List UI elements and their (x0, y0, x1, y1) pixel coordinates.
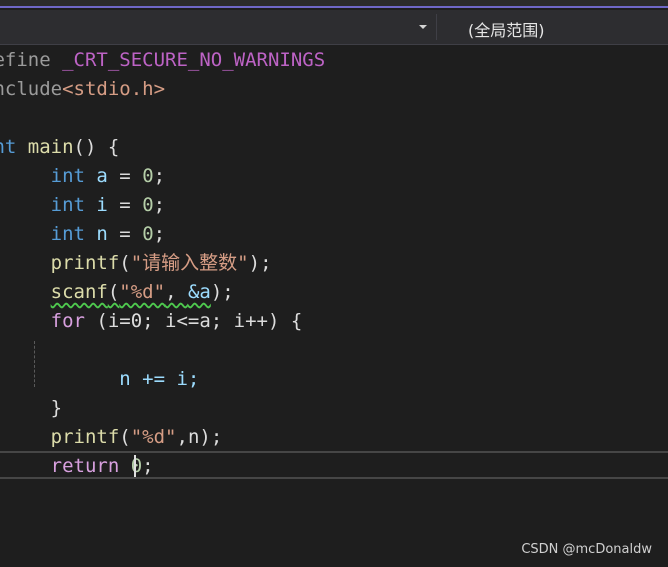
code-punctuation: ; (142, 455, 154, 477)
code-line-7: int n = 0; (0, 220, 165, 249)
variable-name: a (84, 165, 108, 187)
navigation-divider (436, 14, 437, 40)
warning-squiggle[interactable]: scanf("%d", &a (51, 281, 211, 303)
code-line-8: printf("请输入整数"); (0, 249, 272, 278)
watermark: CSDN @mcDonaldw (521, 542, 652, 557)
argument: &a (187, 281, 211, 303)
code-line-12: n += i; (0, 365, 199, 394)
navigation-bar: (全局范围) (0, 10, 668, 45)
type-keyword: int (50, 223, 85, 245)
number-literal: 0 (142, 194, 154, 216)
indent-guide (34, 341, 35, 387)
function-name: printf (50, 426, 120, 448)
chevron-down-icon[interactable] (419, 25, 427, 29)
code-line-10: for (i=0; i<=a; i++) { (0, 307, 303, 336)
code-line-5: int a = 0; (0, 162, 165, 191)
type-keyword: int (50, 194, 85, 216)
number-literal: 0 (119, 455, 143, 477)
directive-keyword: define (0, 49, 51, 71)
control-keyword: for (50, 310, 85, 332)
code-line-13: } (0, 394, 62, 423)
control-keyword: return (50, 455, 120, 477)
member-scope-dropdown[interactable]: (全局范围) (468, 17, 545, 41)
code-punctuation: ( (107, 281, 120, 303)
code-line-4: int main() { (0, 133, 119, 162)
statement: n += i; (119, 368, 200, 390)
closing-brace: } (50, 397, 63, 419)
type-scope-dropdown[interactable] (0, 10, 436, 44)
text-caret (134, 455, 136, 477)
code-punctuation: ; (153, 194, 166, 216)
code-line-9: scanf("%d", &a); (0, 278, 234, 307)
code-punctuation: ,n); (176, 426, 223, 448)
number-literal: 0 (142, 165, 154, 187)
variable-name: n (84, 223, 108, 245)
code-punctuation: ( (119, 426, 131, 448)
code-line-1: define _CRT_SECURE_NO_WARNINGS (0, 46, 325, 75)
code-line-6: int i = 0; (0, 191, 165, 220)
code-punctuation: ); (210, 281, 234, 303)
include-path: <stdio.h> (62, 78, 166, 100)
code-punctuation: , (165, 281, 188, 303)
code-line-2: include<stdio.h> (0, 75, 165, 104)
code-punctuation: ; (153, 223, 166, 245)
string-literal: "请输入整数" (130, 252, 249, 274)
title-bar-strip (0, 0, 668, 8)
code-punctuation: ); (248, 252, 272, 274)
function-name: printf (50, 252, 120, 274)
directive-keyword: include (0, 78, 63, 100)
operator: = (107, 223, 143, 245)
code-editor[interactable]: define _CRT_SECURE_NO_WARNINGS include<s… (0, 45, 668, 567)
macro-name: _CRT_SECURE_NO_WARNINGS (50, 49, 326, 71)
code-line-15: return 0; (0, 452, 154, 481)
code-punctuation: ( (119, 252, 131, 274)
number-literal: 0 (142, 223, 154, 245)
string-literal: "%d" (130, 426, 177, 448)
loop-header: (i=0; i<=a; i++) { (84, 310, 303, 332)
code-punctuation: ; (153, 165, 166, 187)
operator: = (107, 165, 143, 187)
type-keyword: int (0, 136, 17, 158)
function-name: main (16, 136, 74, 158)
operator: = (107, 194, 143, 216)
type-keyword: int (50, 165, 85, 187)
string-literal: "%d" (119, 281, 166, 303)
function-name: scanf (50, 281, 108, 303)
code-punctuation: () { (73, 136, 120, 158)
code-line-14: printf("%d",n); (0, 423, 223, 452)
variable-name: i (84, 194, 108, 216)
